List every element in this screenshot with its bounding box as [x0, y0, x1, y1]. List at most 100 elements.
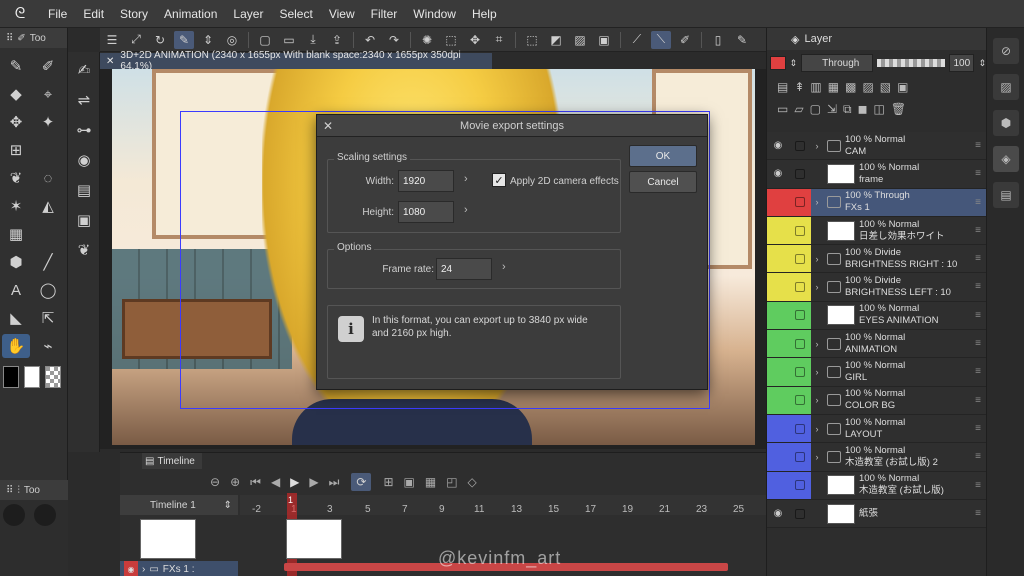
brush-size-dot[interactable] [3, 504, 25, 526]
timeline-track-fxs[interactable]: ◉ › ▭ FXs 1 : [120, 561, 238, 576]
menu-file[interactable]: File [40, 7, 75, 21]
frame-rate-chevron-icon[interactable]: › [502, 261, 506, 273]
expand-chevron-icon[interactable]: › [811, 197, 823, 207]
clear-icon[interactable]: ⬚ [441, 31, 461, 49]
text-tool[interactable]: A [2, 278, 30, 302]
menu-icon[interactable]: ☰ [102, 31, 122, 49]
layer-mask-icon[interactable]: ◼ [858, 102, 868, 116]
3d-material-icon[interactable]: ⬢ [993, 110, 1019, 136]
pen-tool-icon[interactable]: ✎ [174, 30, 194, 49]
lock-toggle[interactable] [789, 132, 811, 159]
expand-chevron-icon[interactable]: › [811, 452, 823, 462]
frame-tool[interactable]: ⊞ [2, 138, 30, 162]
brush-size-dot[interactable] [34, 504, 57, 526]
first-frame-icon[interactable]: ⏮ [250, 475, 261, 490]
new-cel-icon[interactable]: ⊞ [383, 475, 393, 489]
chevron-updown-icon[interactable]: ⇕ [790, 58, 798, 69]
blend-mode-select[interactable]: Through [801, 54, 874, 72]
reference-icon[interactable]: ⇞ [794, 80, 804, 94]
layer-row[interactable]: › 100 % Divide BRIGHTNESS LEFT : 10 ≡ [767, 273, 987, 302]
expand-icon[interactable]: › [142, 564, 145, 575]
eyedropper-tool[interactable]: ⌖ [34, 82, 62, 106]
new-file-icon[interactable]: ▢ [255, 31, 275, 49]
eye-icon[interactable] [767, 386, 789, 414]
eye-icon[interactable] [767, 471, 789, 499]
picker-tool[interactable]: ⌁ [34, 334, 62, 358]
transparent-color-swatch[interactable] [45, 366, 61, 388]
opacity-slider[interactable] [877, 59, 946, 67]
layer-panel-icon[interactable]: ◈ [993, 146, 1019, 172]
layer-menu-icon[interactable]: ≡ [975, 140, 981, 151]
sparkle-tool[interactable]: ✦ [34, 110, 62, 134]
lock-transparency-icon[interactable]: ▦ [828, 80, 839, 94]
edit-icon[interactable]: ✎ [732, 31, 752, 49]
frame-ruler[interactable]: -2 1 3 5 7 9 11 13 15 17 19 21 23 25 [240, 495, 766, 515]
new-folder-icon[interactable]: ▢ [810, 102, 821, 116]
eye-icon[interactable] [767, 216, 789, 245]
layer-menu-icon[interactable]: ≡ [975, 281, 981, 292]
lock-toggle[interactable] [789, 471, 811, 499]
layer-row[interactable]: 100 % Normal 木造教室 (お試し版) ≡ [767, 471, 987, 500]
pen-edit-icon[interactable]: ✍ [70, 58, 98, 82]
layer-row[interactable]: › 100 % Normal COLOR BG ≡ [767, 386, 987, 415]
line-tool[interactable]: ╱ [34, 250, 62, 274]
opacity-input[interactable]: 100 [949, 54, 975, 72]
eye-icon[interactable]: ◉ [767, 160, 789, 187]
lock-toggle[interactable] [789, 245, 811, 273]
last-frame-icon[interactable]: ⏭ [329, 475, 340, 490]
timeline-thumbnail[interactable] [140, 519, 196, 559]
layer-row[interactable]: ◉ 100 % Normal frame ≡ [767, 160, 987, 189]
eye-icon[interactable] [767, 188, 789, 216]
keyframe-icon[interactable]: ◇ [468, 475, 477, 489]
ruler-range-icon[interactable]: ▧ [880, 80, 891, 94]
layer-row[interactable]: › 100 % Normal GIRL ≡ [767, 358, 987, 387]
timeline-tab[interactable]: ▤ Timeline [142, 453, 202, 469]
apply-mask-icon[interactable]: ◫ [874, 102, 885, 116]
pen-tool[interactable]: ✎ [2, 54, 30, 78]
apply-camera-checkbox[interactable]: ✓ [492, 173, 506, 187]
menu-select[interactable]: Select [271, 7, 320, 21]
expand-chevron-icon[interactable]: › [811, 367, 823, 377]
lock-toggle[interactable] [789, 273, 811, 301]
save-icon[interactable]: ⤓ [303, 31, 323, 49]
onion-skin-icon[interactable]: ▦ [425, 475, 436, 489]
sub-color-swatch[interactable] [24, 366, 40, 388]
transform-icon[interactable]: ✥ [465, 31, 485, 49]
tool-tab-label[interactable]: Too [30, 33, 46, 44]
light-table-icon[interactable]: ◰ [446, 475, 457, 489]
eye-icon[interactable] [767, 443, 789, 471]
menu-view[interactable]: View [321, 7, 363, 21]
stack-icon[interactable]: ▤ [70, 178, 98, 202]
animation-cels-icon[interactable]: ▤ [993, 182, 1019, 208]
lock-toggle[interactable] [789, 443, 811, 471]
layer-menu-icon[interactable]: ≡ [975, 508, 981, 519]
transfer-icon[interactable]: ⇲ [827, 102, 837, 116]
delete-icon[interactable]: 🗑 [891, 102, 906, 116]
move-tool[interactable]: ✥ [2, 110, 30, 134]
layer-tab[interactable]: ◈ Layer [767, 28, 986, 50]
layer-row[interactable]: › 100 % Normal LAYOUT ≡ [767, 414, 987, 444]
layer-link-icon[interactable]: ⊶ [70, 118, 98, 142]
export-icon[interactable]: ⇪ [327, 31, 347, 49]
layer-menu-icon[interactable]: ≡ [975, 395, 981, 406]
play-icon[interactable]: ▶ [290, 475, 299, 489]
new-vector-icon[interactable]: ▱ [794, 102, 803, 116]
invert-selection-icon[interactable]: ◩ [546, 31, 566, 49]
chevron-updown-icon[interactable]: ⇕ [978, 58, 986, 69]
layer-menu-icon[interactable]: ≡ [975, 197, 981, 208]
eye-icon[interactable]: ◉ [767, 500, 789, 527]
prev-frame-icon[interactable]: ◀ [271, 475, 280, 489]
eraser-tool[interactable]: ◆ [2, 82, 30, 106]
close-icon[interactable]: ✕ [323, 119, 333, 133]
expand-chevron-icon[interactable]: › [811, 282, 823, 292]
grip-icon[interactable]: ⠿ [6, 33, 13, 44]
combine-icon[interactable]: ⧉ [843, 102, 852, 117]
expand-chevron-icon[interactable]: › [811, 395, 823, 405]
balloon-tool[interactable]: ◯ [34, 278, 62, 302]
navigator-icon[interactable]: ⊘ [993, 38, 1019, 64]
phone-icon[interactable]: ▯ [708, 31, 728, 49]
undo-icon[interactable]: ↶ [360, 31, 380, 49]
loop-icon[interactable]: ⟳ [351, 473, 372, 491]
lock-toggle[interactable] [789, 500, 811, 527]
frame-thumbnail[interactable] [286, 519, 342, 559]
